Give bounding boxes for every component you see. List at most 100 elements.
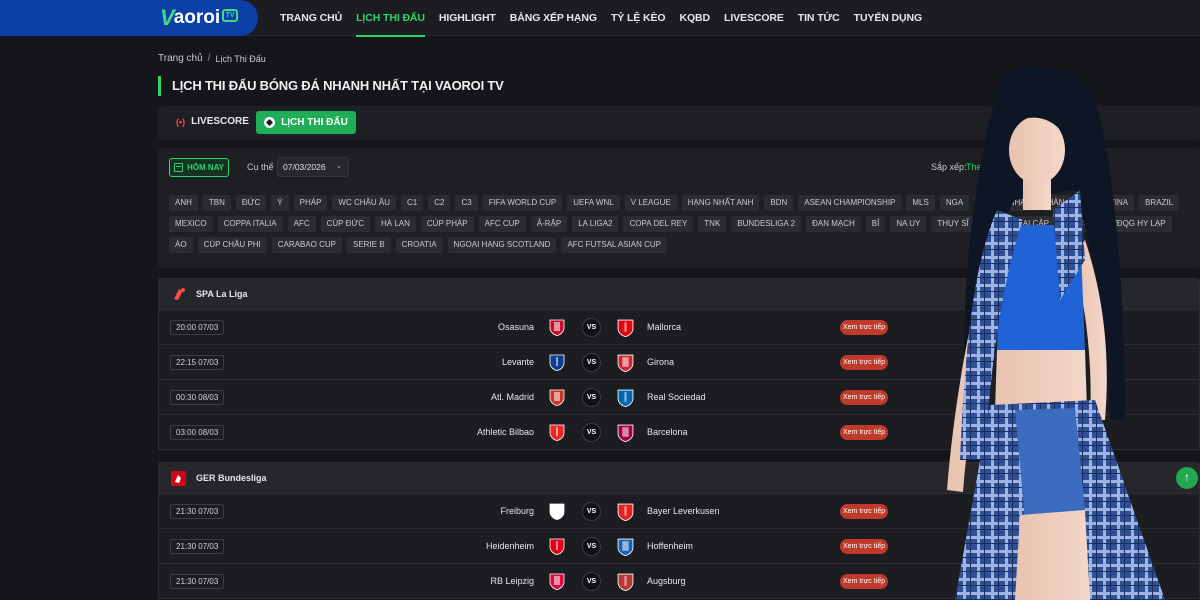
- today-button[interactable]: HÔM NAY: [169, 158, 229, 177]
- league-chip[interactable]: COPA DEL REY: [623, 216, 694, 232]
- nav-item-1[interactable]: LỊCH THI ĐẤU: [356, 0, 425, 37]
- scroll-to-top-button[interactable]: ↑: [1176, 467, 1198, 489]
- league-chip[interactable]: FIFA WORLD CUP: [482, 195, 563, 211]
- match-time: 00:30 08/03: [170, 390, 225, 405]
- away-team-name[interactable]: Augsburg: [647, 576, 686, 586]
- league-chip[interactable]: C1: [400, 195, 424, 211]
- football-icon: [264, 117, 276, 128]
- league-chip[interactable]: BUNDESLIGA 2: [731, 216, 802, 232]
- league-chip[interactable]: MEXICO: [169, 216, 213, 232]
- date-select[interactable]: 07/03/2026 ⌄: [277, 157, 349, 177]
- nav-item-3[interactable]: BẢNG XẾP HẠNG: [510, 0, 597, 36]
- match-time: 21:30 07/03: [170, 504, 225, 519]
- home-team-name[interactable]: Athletic Bilbao: [477, 427, 534, 437]
- home-team-name[interactable]: Heidenheim: [486, 541, 534, 551]
- vs-badge: VS: [582, 423, 601, 442]
- watch-live-button[interactable]: Xem trực tiếp: [840, 504, 888, 519]
- nav-item-6[interactable]: LIVESCORE: [724, 0, 784, 36]
- home-team-crest-icon: [549, 424, 565, 441]
- nav-item-2[interactable]: HIGHLIGHT: [439, 0, 496, 36]
- league-chip[interactable]: Ý: [271, 195, 289, 211]
- league-chip[interactable]: HẠNG NHẤT ANH: [681, 195, 760, 211]
- match-time: 21:30 07/03: [170, 539, 225, 554]
- league-chip[interactable]: COPPA ITALIA: [217, 216, 283, 232]
- league-chip[interactable]: CÚP ĐỨC: [320, 216, 370, 232]
- away-team-name[interactable]: Barcelona: [647, 427, 688, 437]
- league-chip[interactable]: ĐAN MẠCH: [806, 216, 861, 232]
- league-chip[interactable]: CÚP PHÁP: [420, 216, 474, 232]
- away-team-name[interactable]: Real Sociedad: [647, 392, 706, 402]
- site-logo[interactable]: Vaoroi TV: [160, 7, 239, 29]
- league-chip[interactable]: V LEAGUE: [624, 195, 677, 211]
- league-chip[interactable]: C2: [428, 195, 451, 211]
- match-time: 20:00 07/03: [170, 320, 225, 335]
- home-team-crest-icon: [549, 503, 565, 520]
- watch-live-button[interactable]: Xem trực tiếp: [840, 320, 888, 335]
- league-chip[interactable]: AFC: [287, 216, 316, 232]
- home-team-name[interactable]: Atl. Madrid: [491, 392, 534, 402]
- home-team-crest-icon: [549, 573, 565, 590]
- tv-badge-icon: TV: [222, 8, 239, 22]
- league-chip[interactable]: C3: [455, 195, 478, 211]
- league-chip[interactable]: NGOẠI HẠNG SCOTLAND: [447, 237, 557, 253]
- watch-live-button[interactable]: Xem trực tiếp: [840, 425, 888, 440]
- nav-item-8[interactable]: TUYỂN DỤNG: [854, 0, 923, 36]
- league-chip[interactable]: ĐỨC: [235, 195, 267, 211]
- league-chip[interactable]: PHÁP: [293, 195, 328, 211]
- tab-schedule[interactable]: LỊCH THI ĐẤU: [256, 111, 356, 134]
- league-chip[interactable]: NA UY: [890, 216, 927, 232]
- league-chip[interactable]: CÚP CHÂU PHI: [197, 237, 267, 253]
- tab-livescore[interactable]: (•) LIVESCORE: [176, 116, 249, 127]
- breadcrumb-current: Lịch Thi Đấu: [215, 54, 266, 64]
- away-team-name[interactable]: Girona: [647, 357, 674, 367]
- league-chip[interactable]: AFC FUTSAL ASIAN CUP: [561, 237, 667, 253]
- league-chip[interactable]: BDN: [764, 195, 794, 211]
- league-chip[interactable]: WC CHÂU ÂU: [332, 195, 396, 211]
- league-chip[interactable]: TBN: [202, 195, 231, 211]
- league-chip[interactable]: TNK: [698, 216, 727, 232]
- breadcrumb-home[interactable]: Trang chủ: [158, 53, 203, 64]
- league-chip[interactable]: SERIE B: [347, 237, 391, 253]
- date-value: 07/03/2026: [283, 162, 326, 172]
- league-chip[interactable]: ÁO: [169, 237, 193, 253]
- league-chip[interactable]: UEFA WNL: [567, 195, 620, 211]
- away-team-crest-icon: [617, 354, 634, 372]
- league-chip[interactable]: HÀ LAN: [374, 216, 416, 232]
- league-chip[interactable]: ASEAN CHAMPIONSHIP: [798, 195, 902, 211]
- home-team-crest-icon: [549, 319, 565, 336]
- vs-badge: VS: [582, 537, 601, 556]
- nav-item-7[interactable]: TIN TỨC: [798, 0, 840, 36]
- bundesliga-icon: [171, 471, 186, 486]
- league-chip[interactable]: MLS: [906, 195, 935, 211]
- away-team-name[interactable]: Hoffenheim: [647, 541, 693, 551]
- home-team-name[interactable]: Levante: [502, 357, 534, 367]
- nav-item-4[interactable]: TỶ LỆ KÈO: [611, 0, 666, 36]
- away-team-name[interactable]: Bayer Leverkusen: [647, 506, 720, 516]
- league-chip[interactable]: ANH: [169, 195, 198, 211]
- league-chip[interactable]: CARABAO CUP: [271, 237, 342, 253]
- watch-live-button[interactable]: Xem trực tiếp: [840, 574, 888, 589]
- vs-badge: VS: [582, 502, 601, 521]
- away-team-crest-icon: [617, 538, 634, 556]
- watch-live-button[interactable]: Xem trực tiếp: [840, 539, 888, 554]
- league-chip[interactable]: LA LIGA2: [572, 216, 619, 232]
- date-label: Cụ thể: [247, 162, 274, 172]
- home-team-name[interactable]: Freiburg: [500, 506, 534, 516]
- away-team-crest-icon: [617, 424, 634, 442]
- away-team-crest-icon: [617, 503, 634, 521]
- league-chip[interactable]: AFC CUP: [478, 216, 526, 232]
- away-team-name[interactable]: Mallorca: [647, 322, 681, 332]
- watch-live-button[interactable]: Xem trực tiếp: [840, 390, 888, 405]
- tab-schedule-label: LỊCH THI ĐẤU: [281, 117, 348, 128]
- watch-live-button[interactable]: Xem trực tiếp: [840, 355, 888, 370]
- league-chip[interactable]: Ả-RẬP: [530, 216, 568, 232]
- nav-item-0[interactable]: TRANG CHỦ: [280, 0, 342, 36]
- league-chip[interactable]: CROATIA: [395, 237, 443, 253]
- home-team-name[interactable]: RB Leipzig: [490, 576, 534, 586]
- home-team-crest-icon: [549, 389, 565, 406]
- home-team-crest-icon: [549, 538, 565, 555]
- home-team-name[interactable]: Osasuna: [498, 322, 534, 332]
- live-signal-icon: (•): [176, 116, 186, 127]
- league-chip[interactable]: BỈ: [865, 216, 886, 232]
- nav-item-5[interactable]: KQBD: [679, 0, 710, 36]
